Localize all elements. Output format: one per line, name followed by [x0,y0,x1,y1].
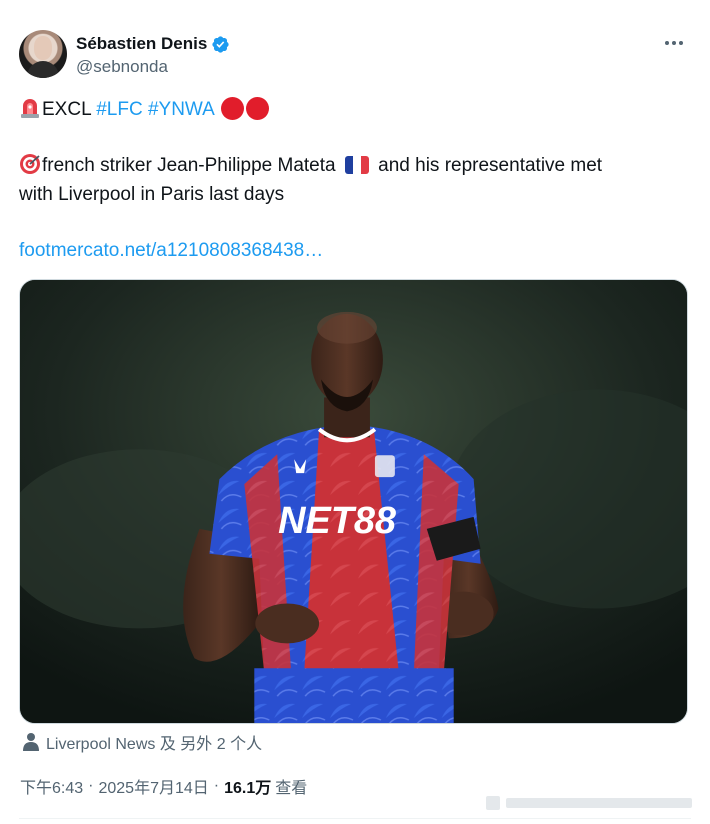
red-circle-icon [221,97,245,120]
author-names: Sébastien Denis @sebnonda [76,34,230,78]
tweet-body: french striker Jean-Philippe Mateta and … [19,151,690,209]
body-text-part3: with Liverpool in Paris last days [19,184,285,205]
verified-badge-icon [212,36,229,53]
author-display-name[interactable]: Sébastien Denis [76,34,207,54]
tweet-line-excl: EXCL #LFC #YNWA [19,95,690,124]
display-name-row: Sébastien Denis [76,34,230,54]
tagged-people[interactable]: Liverpool News 及 另外 2 个人 [22,730,262,754]
french-flag-icon [344,156,369,174]
avatar[interactable] [19,30,67,78]
body-text-part1: french striker Jean-Philippe Mateta [42,155,336,176]
article-link[interactable]: footmercato.net/a1210808368438… [19,240,323,261]
shirt-sponsor-text: NET88 [278,500,396,542]
views-count: 16.1万 [224,780,272,797]
views-label: 查看 [275,780,308,797]
meta-separator: · [213,777,220,794]
meta-separator: · [88,777,94,794]
target-emoji-icon [20,154,40,174]
tweet-media-photo[interactable]: NET88 [19,279,688,724]
tweet-card: Sébastien Denis @sebnonda EXCL #LFC #YNW… [0,0,710,824]
tweet-date[interactable]: 2025年7月14日 [98,774,208,798]
more-icon[interactable] [662,36,686,50]
tweet-meta: 下午6:43 · 2025年7月14日 · 16.1万 查看 [20,774,307,798]
red-circle-icon [246,97,270,120]
watermark [486,796,692,810]
person-icon [23,733,39,751]
hashtag-ynwa[interactable]: #YNWA [148,99,214,120]
tagged-text: Liverpool News 及 另外 2 个人 [46,736,263,753]
tweet-header: Sébastien Denis @sebnonda [19,30,690,80]
avatar-face [34,36,52,60]
tweet-link-line: footmercato.net/a1210808368438… [19,236,690,265]
tweet-time[interactable]: 下午6:43 [20,774,83,798]
author-handle[interactable]: @sebnonda [76,57,230,77]
hashtag-lfc[interactable]: #LFC [96,99,142,120]
bottom-divider [19,818,691,819]
siren-emoji-icon [21,99,39,118]
body-text-part2: and his representative met [378,155,603,176]
excl-text: EXCL [42,99,91,120]
avatar-shoulders [27,61,59,78]
player-photo: NET88 [20,280,687,723]
